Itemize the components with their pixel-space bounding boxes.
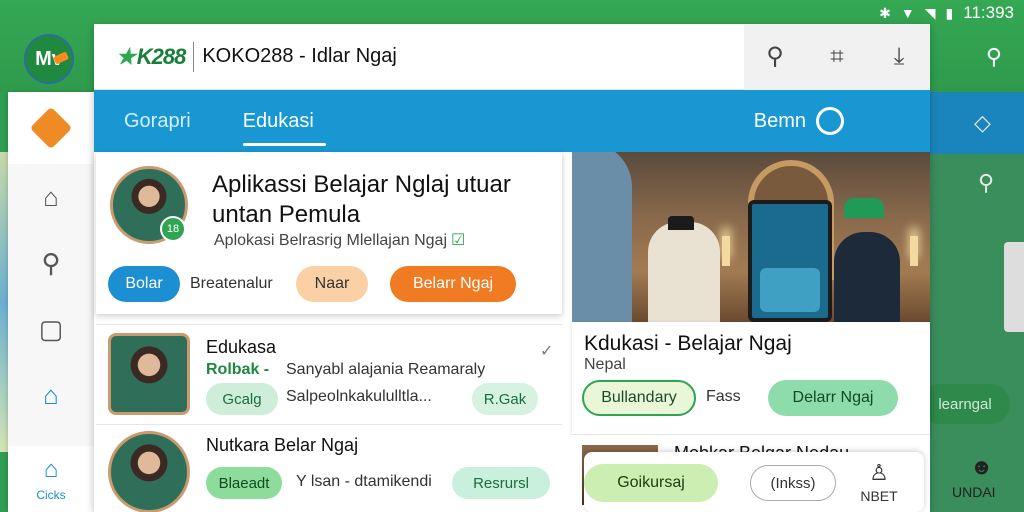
search-icon[interactable]: ⚲ [8,230,94,296]
tablet-screen [760,268,820,312]
list-item-tag: Rolbak - [206,361,270,378]
bluetooth-icon: ✱ [879,5,891,21]
inkss-button[interactable]: (Inkss) [750,465,836,501]
search-icon[interactable]: ⚲ [978,170,994,196]
tab-bar: Gorapri Edukasi Bemn [94,90,930,152]
list-item-text: Sanyabl alajania Reamaraly [286,361,486,378]
tab-edukasi[interactable]: Edukasi [213,90,336,152]
badge: 18 [160,216,186,242]
person-cap [668,216,694,230]
search-icon[interactable]: ⚲ [986,44,1002,70]
goikursaj-button[interactable]: Goikursaj [584,464,718,502]
home-icon: ⌂ [43,456,59,483]
list-item[interactable]: Edukasa Rolbak - Sanyabl alajania Reamar… [96,324,562,422]
bg-label: UNDAI [952,484,996,500]
plain-label: Breatenalur [190,275,273,292]
divider [193,41,195,72]
list-item[interactable]: Nutkara Belar Ngaj Blaeadt Y lsan - dtam… [96,424,562,512]
tab-right-action[interactable]: Bemn [754,107,844,135]
cube-icon [29,106,73,150]
featured-subtitle: Aplokasi Belrasrig Mlellajan Ngaj ☑ [214,232,466,249]
check-icon: ☑ [451,232,466,249]
candle [722,236,730,266]
person-figure [648,222,720,322]
sidebar-logo[interactable] [8,92,94,164]
floating-action-bar: Goikursaj (Inkss) ♙ NBET [584,452,924,512]
naar-button[interactable]: Naar [296,266,368,302]
user-profile-button[interactable]: ♙ NBET [844,454,914,510]
signal-icon: ▼ [900,5,915,21]
gcalg-chip[interactable]: Gcalg [206,383,278,415]
window-title: KOKO288 - Idlar Ngaj [202,45,397,67]
list-item-text: Y lsan - dtamikendi [296,473,432,490]
featured-app-card[interactable]: 18 Aplikassi Belajar Nglaj utuar untan P… [96,152,562,314]
status-bar: ✱ ▼ ◥ ▮ 11:393 [879,2,1014,24]
wifi-icon: ◥ [924,5,936,21]
title-bar: ★K288 KOKO288 - Idlar Ngaj ⚲ ⌗ ⤓ [94,23,930,90]
info-card-label: Fass [706,388,741,405]
tablet-device [748,200,832,322]
app-logo[interactable]: Mv [24,34,74,84]
user-icon: ♙ [869,460,889,485]
window-arch [572,152,632,322]
resrursl-chip[interactable]: Resrursl [452,467,550,499]
sidebar-item-home[interactable]: ⌂ Cicks [8,446,94,512]
tab-gorapri[interactable]: Gorapri [94,90,213,152]
brand-logo: ★K288 [116,43,186,69]
user-label: NBET [860,488,898,504]
background-strip-left [0,152,8,452]
tab-right-label: Bemn [753,109,806,132]
person-cap [844,198,884,218]
users-icon[interactable]: ☻ [970,454,993,480]
featured-title: Aplikassi Belajar Nglaj utuar untan Pemu… [212,171,511,228]
avatar [108,431,190,512]
toolbar: ⚲ ⌗ ⤓ [744,23,930,90]
list-item-title: Nutkara Belar Ngaj [206,435,359,455]
check-icon: ✓ [540,343,554,360]
info-card[interactable]: Kdukasi - Belajar Ngaj Nepal Bullandary … [572,322,930,434]
home-icon[interactable]: ⌂ [8,164,94,230]
document-icon[interactable]: ▢ [8,296,94,362]
learn-pill[interactable]: learngal [920,384,1010,424]
person-figure [834,232,900,322]
delajar-button[interactable]: Delarr Ngaj [768,380,898,416]
blaeadt-chip[interactable]: Blaeadt [206,467,282,499]
info-card-title: Kdukasi - Belajar Ngaj [584,332,792,355]
rgak-chip[interactable]: R.Gak [472,383,538,415]
download-icon[interactable]: ⤓ [868,24,930,90]
diamond-icon: ◇ [974,110,991,135]
list-item-text: Salpeolnkakululltla... [286,388,432,405]
bolar-button[interactable]: Bolar [108,266,180,302]
avatar [108,333,190,415]
sidebar: ⌂ ⚲ ▢ ⌂ ⌂ Cicks [8,92,98,512]
search-icon [816,107,844,135]
main-window: ★K288 KOKO288 - Idlar Ngaj ⚲ ⌗ ⤓ Gorapri… [94,23,930,512]
list-item-title: Edukasa [206,337,277,357]
sidebar-bottom-label: Cicks [36,488,66,502]
scroll-handle[interactable] [1004,242,1024,332]
left-column: 18 Aplikassi Belajar Nglaj utuar untan P… [94,152,564,512]
search-icon[interactable]: ⚲ [744,24,806,90]
bullandary-button[interactable]: Bullandary [582,380,696,416]
candle [910,236,918,266]
grid-icon[interactable]: ⌗ [806,24,868,90]
featured-image[interactable] [572,152,930,322]
info-card-subtitle: Nepal [584,356,626,373]
status-time: 11:393 [963,3,1014,22]
battery-icon: ▮ [945,5,954,21]
home-active-icon[interactable]: ⌂ [8,362,94,428]
belajar-button[interactable]: Belarr Ngaj [390,266,516,302]
